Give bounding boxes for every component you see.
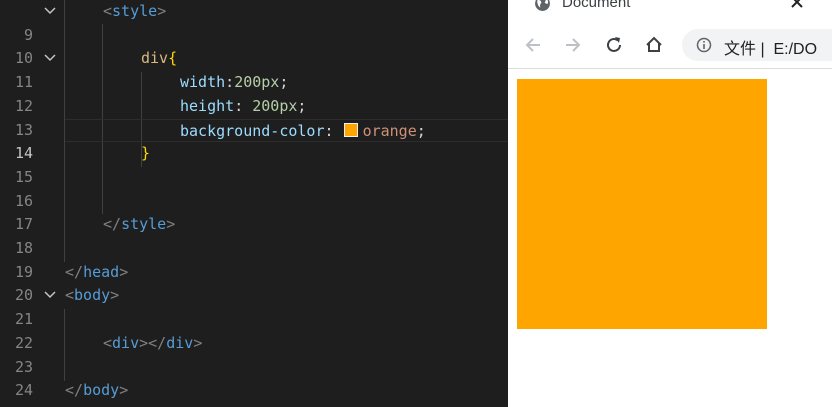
browser-toolbar: 文件 | E:/DO — [508, 22, 832, 69]
tab-title[interactable]: Document — [562, 0, 630, 11]
address-bar[interactable]: 文件 | E:/DO — [682, 29, 832, 61]
code-line[interactable]: 18 </style> — [0, 213, 508, 257]
page-viewport — [508, 69, 832, 407]
fold-chevron-icon[interactable] — [42, 284, 58, 308]
fold-chevron-icon[interactable] — [42, 0, 58, 24]
code-text: } — [141, 144, 151, 163]
code-line[interactable]: 24 — [0, 356, 508, 399]
code-line[interactable]: 15 } — [0, 142, 508, 186]
code-line[interactable]: 25 </body> — [0, 379, 508, 407]
code-line[interactable]: 22 — [0, 308, 508, 352]
browser-window: Document 文件 | E:/DO — [508, 0, 832, 407]
code-line[interactable]: 19 — [0, 237, 508, 281]
code-line[interactable]: 9 <style> — [0, 0, 508, 44]
code-text: height: 200px; — [180, 96, 307, 115]
orange-box — [517, 79, 767, 329]
code-line[interactable]: 20 </head> — [0, 261, 508, 305]
code-text: </style> — [103, 215, 176, 234]
address-text: 文件 | E:/DO — [724, 41, 818, 58]
code-line[interactable]: 21 <body> — [0, 284, 508, 328]
home-icon[interactable] — [643, 34, 665, 56]
code-text: div{ — [141, 49, 178, 68]
code-line[interactable]: 23 <div></div> — [0, 332, 508, 376]
code-line[interactable]: 17 — [0, 190, 508, 233]
code-text: <body> — [65, 286, 120, 305]
close-icon[interactable] — [790, 0, 804, 14]
reload-icon[interactable] — [603, 34, 625, 56]
code-line[interactable]: 16 — [0, 166, 508, 210]
line-gutter: 14 — [0, 119, 60, 162]
info-icon[interactable] — [696, 37, 712, 58]
tab-bar: Document — [508, 0, 832, 22]
code-line[interactable]: 12 width:200px; — [0, 71, 508, 115]
forward-arrow-icon[interactable] — [562, 34, 584, 56]
code-line[interactable]: 13 height: 200px; — [0, 95, 508, 139]
code-text: <style> — [103, 2, 167, 20]
code-line[interactable]: 11 div{ — [0, 47, 508, 91]
line-number: 25 — [0, 403, 33, 407]
globe-icon — [534, 0, 551, 17]
code-line-current[interactable]: background-color: orange; — [65, 118, 508, 143]
code-text: width:200px; — [180, 73, 289, 92]
code-text: </body> — [65, 381, 129, 400]
color-swatch[interactable] — [343, 122, 358, 137]
code-line[interactable]: 10 — [0, 24, 508, 67]
back-arrow-icon[interactable] — [522, 34, 544, 56]
fold-chevron-icon[interactable] — [42, 47, 58, 71]
code-text: background-color: orange; — [180, 121, 426, 140]
code-editor[interactable]: 9 <style> 10 11 div{ 12 width:200px; 13 … — [0, 0, 508, 407]
code-text: <div></div> — [103, 333, 203, 352]
code-text: </head> — [65, 262, 129, 281]
